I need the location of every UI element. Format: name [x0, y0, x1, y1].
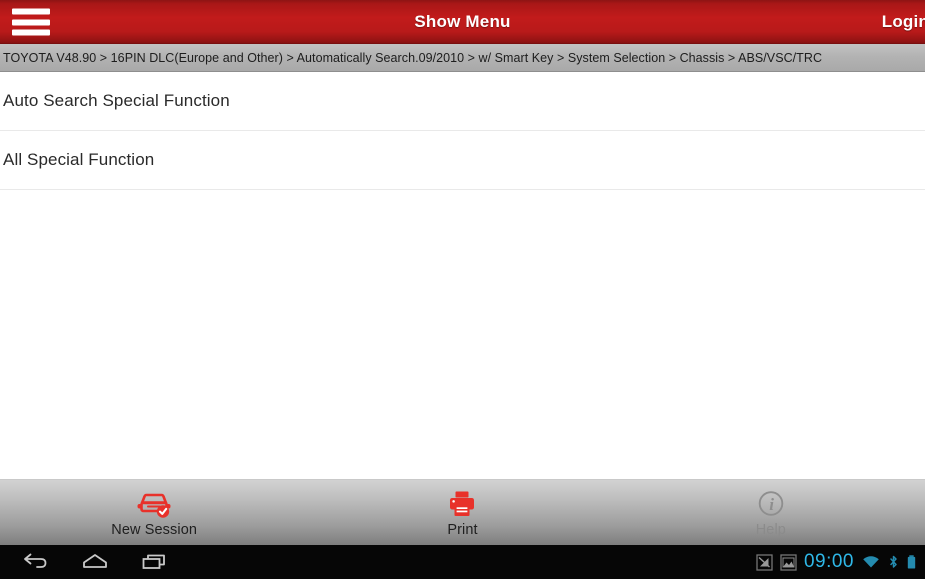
print-button[interactable]: Print: [308, 480, 616, 545]
nav-buttons: [0, 549, 172, 575]
help-label: Help: [755, 521, 786, 538]
android-navigation-bar: 09:00: [0, 545, 925, 579]
page-title: Show Menu: [414, 12, 511, 31]
print-label: Print: [447, 521, 478, 538]
recent-apps-icon[interactable]: [138, 549, 172, 575]
clock: 09:00: [803, 551, 854, 572]
help-button[interactable]: i Help: [617, 480, 925, 545]
bottom-toolbar: New Session Print i Help: [0, 479, 925, 545]
menu-list: Auto Search Special Function All Special…: [0, 72, 925, 479]
battery-icon: [906, 554, 917, 571]
list-item-label: Auto Search Special Function: [3, 91, 230, 110]
login-button[interactable]: Login: [882, 12, 925, 32]
back-arrow-icon[interactable]: [18, 549, 52, 575]
bluetooth-icon: [888, 554, 899, 571]
image-icon: [780, 553, 797, 571]
new-session-button[interactable]: New Session: [0, 480, 308, 545]
printer-icon: [442, 488, 482, 520]
list-item-label: All Special Function: [3, 150, 155, 169]
app-root: Show Menu Login TOYOTA V48.90 > 16PIN DL…: [0, 0, 925, 579]
list-item[interactable]: Auto Search Special Function: [0, 72, 925, 131]
car-check-icon: [134, 488, 174, 520]
breadcrumb-text: TOYOTA V48.90 > 16PIN DLC(Europe and Oth…: [3, 50, 823, 65]
new-session-label: New Session: [111, 521, 198, 538]
list-item[interactable]: All Special Function: [0, 131, 925, 190]
info-circle-icon: i: [751, 488, 791, 520]
status-tray: 09:00: [756, 545, 917, 579]
breadcrumb: TOYOTA V48.90 > 16PIN DLC(Europe and Oth…: [0, 44, 925, 72]
svg-text:i: i: [769, 495, 774, 514]
home-icon[interactable]: [78, 549, 112, 575]
no-sim-icon: [756, 553, 773, 571]
title-bar: Show Menu Login: [0, 0, 925, 44]
wifi-icon: [861, 554, 881, 571]
